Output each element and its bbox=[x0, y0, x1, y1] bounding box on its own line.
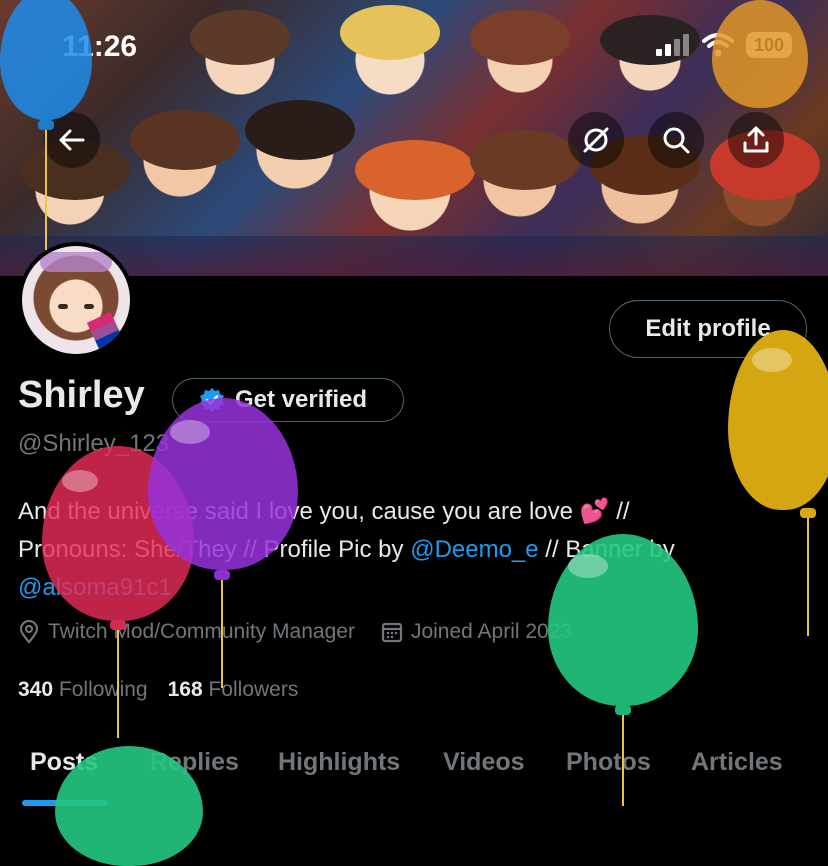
balloon-icon bbox=[712, 0, 808, 108]
share-button[interactable] bbox=[728, 112, 784, 168]
tab-videos[interactable]: Videos bbox=[443, 740, 525, 777]
status-bar: 11:26 100 bbox=[0, 0, 828, 100]
tab-articles[interactable]: Articles bbox=[691, 740, 783, 777]
followers-link[interactable]: 168 Followers bbox=[168, 678, 299, 702]
grok-icon bbox=[583, 127, 609, 153]
search-button[interactable] bbox=[648, 112, 704, 168]
balloon-icon bbox=[0, 0, 92, 120]
tab-photos[interactable]: Photos bbox=[566, 740, 651, 777]
following-link[interactable]: 340 Following bbox=[18, 678, 148, 702]
joined-item: Joined April 2023 bbox=[381, 620, 572, 644]
follow-stats: 340 Following 168 Followers bbox=[18, 678, 298, 702]
grok-button[interactable] bbox=[568, 112, 624, 168]
calendar-icon bbox=[381, 622, 403, 643]
signal-icon bbox=[656, 34, 689, 56]
following-count: 340 bbox=[18, 678, 54, 701]
following-label: Following bbox=[58, 678, 148, 701]
profile-meta: Twitch Mod/Community Manager Joined Apri… bbox=[18, 620, 598, 644]
profile-name: Shirley bbox=[18, 374, 145, 416]
location-item: Twitch Mod/Community Manager bbox=[18, 620, 355, 644]
followers-count: 168 bbox=[167, 678, 203, 701]
balloon-icon bbox=[55, 746, 203, 866]
balloon-icon bbox=[148, 398, 298, 570]
avatar[interactable] bbox=[18, 242, 134, 358]
bio-mention-link[interactable]: @Deemo_e bbox=[410, 536, 538, 563]
tab-highlights[interactable]: Highlights bbox=[278, 740, 400, 777]
location-pin-icon bbox=[19, 620, 39, 644]
location-text: Twitch Mod/Community Manager bbox=[48, 620, 355, 643]
share-icon bbox=[743, 126, 769, 153]
back-arrow-icon bbox=[59, 129, 85, 151]
search-icon bbox=[663, 127, 690, 154]
